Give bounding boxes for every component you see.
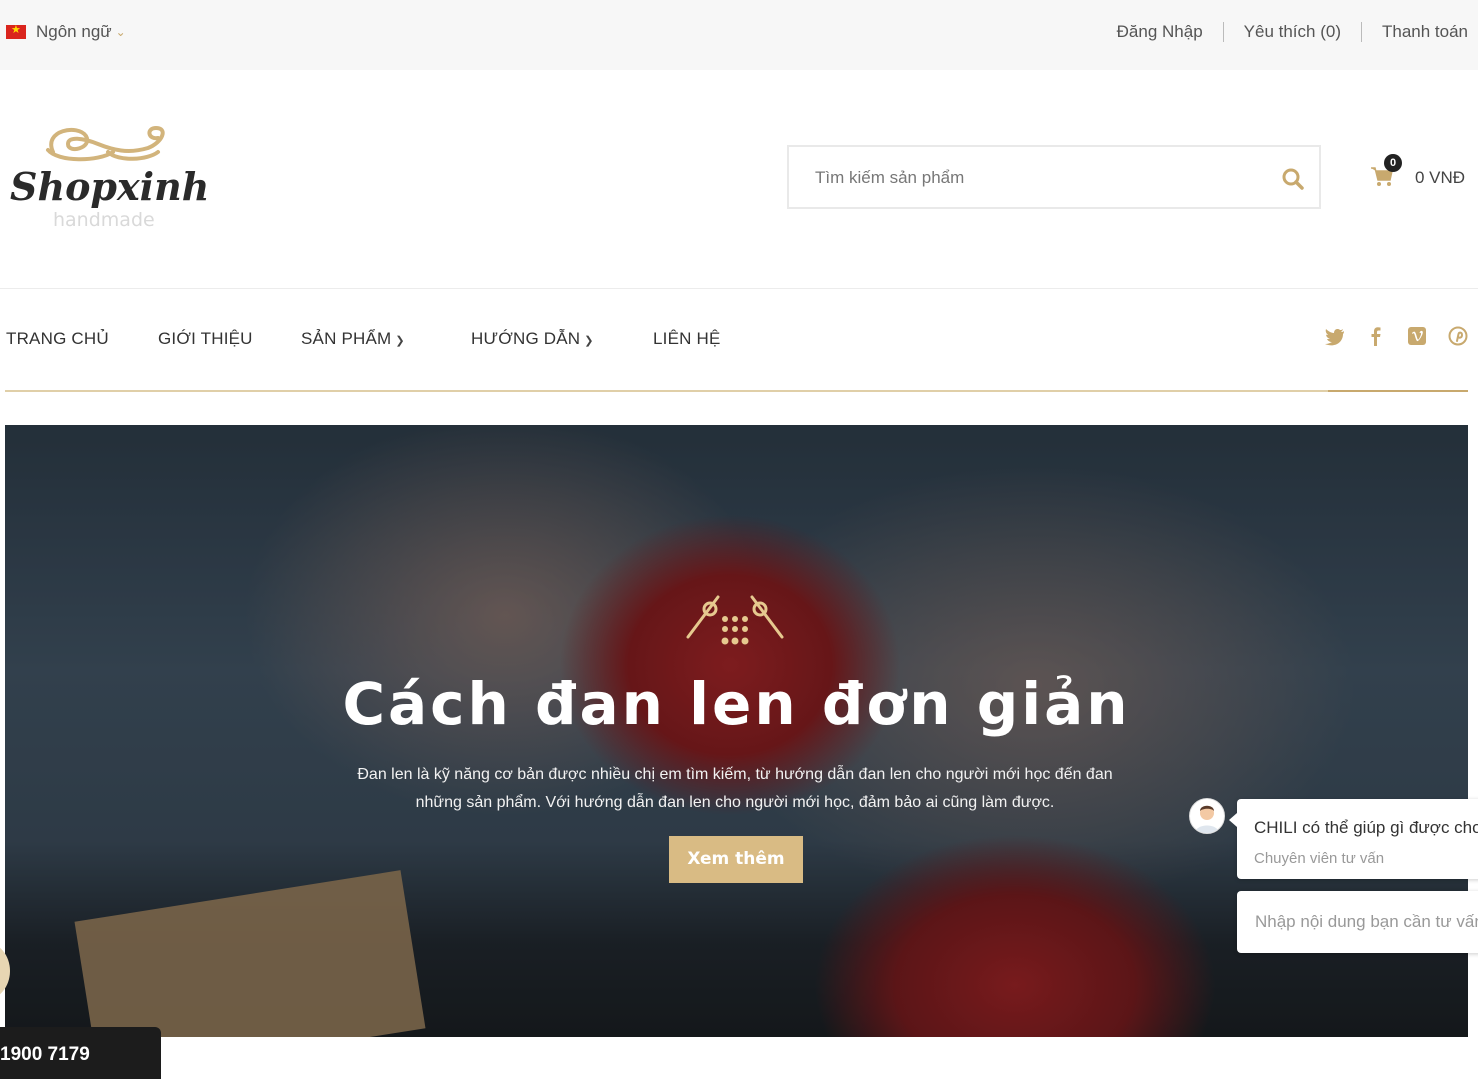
chevron-down-icon: ❯ <box>395 335 405 347</box>
chat-input[interactable] <box>1253 907 1478 937</box>
cart-total: 0 VNĐ <box>1415 168 1466 187</box>
checkout-link[interactable]: Thanh toán <box>1382 22 1468 42</box>
pinterest-icon[interactable] <box>1448 325 1468 347</box>
cart-button[interactable]: 0 0 VNĐ <box>1370 154 1470 196</box>
language-selector[interactable]: Ngôn ngữ ⌄ <box>6 22 126 42</box>
site-logo[interactable]: Shopxinh handmade <box>8 122 209 232</box>
logo-name: Shopxinh <box>10 164 208 209</box>
hero-description: Đan len là kỹ năng cơ bản được nhiều chị… <box>357 766 1113 811</box>
hero-title: Cách đan len đơn giản <box>342 670 1131 738</box>
nav-item-contact[interactable]: LIÊN HỆ <box>653 329 721 349</box>
nav-accent-bar <box>1328 390 1468 392</box>
nav-item-about[interactable]: GIỚI THIỆU <box>158 329 253 349</box>
logo-image: Shopxinh handmade <box>10 125 209 231</box>
search-box <box>787 145 1321 209</box>
top-bar: Ngôn ngữ ⌄ Đăng Nhập Yêu thích (0) Thanh… <box>0 0 1478 70</box>
wishlist-link[interactable]: Yêu thích (0) <box>1244 22 1341 42</box>
nav-item-products-label: SẢN PHẨM <box>301 329 392 348</box>
logo-tagline: handmade <box>53 209 155 231</box>
chat-message-bubble[interactable]: CHILI có thể giúp gì được cho Chuyên viê… <box>1229 799 1478 879</box>
view-more-button[interactable]: Xem thêm <box>669 836 803 883</box>
cart-count-badge: 0 <box>1384 154 1402 172</box>
vimeo-icon[interactable] <box>1407 325 1427 347</box>
nav-item-guides-label: HƯỚNG DẪN <box>471 329 581 348</box>
divider <box>1360 22 1362 42</box>
search-icon[interactable] <box>1281 167 1305 191</box>
hotline-bar[interactable]: 1900 7179 <box>0 1027 161 1079</box>
knitting-needles-icon <box>686 595 784 645</box>
header: Shopxinh handmade 0 0 VNĐ <box>0 70 1478 289</box>
chevron-down-icon: ⌄ <box>115 25 126 39</box>
chat-agent-avatar[interactable] <box>1189 798 1225 834</box>
chat-message-text: CHILI có thể giúp gì được cho <box>1254 818 1478 837</box>
search-input[interactable] <box>813 161 1257 195</box>
divider <box>1222 22 1224 42</box>
vietnam-flag-icon <box>6 23 26 39</box>
facebook-icon[interactable] <box>1366 325 1386 347</box>
language-label: Ngôn ngữ <box>36 22 112 41</box>
chat-agent-role: Chuyên viên tư vấn <box>1254 850 1385 867</box>
chevron-down-icon: ❯ <box>584 335 594 347</box>
nav-item-guides[interactable]: HƯỚNG DẪN ❯ <box>471 329 594 349</box>
hotline-number: 1900 7179 <box>0 1044 90 1065</box>
nav-item-home[interactable]: TRANG CHỦ <box>6 329 109 349</box>
social-links <box>1325 325 1468 347</box>
account-links: Đăng Nhập Yêu thích (0) Thanh toán <box>1117 22 1468 42</box>
nav-item-products[interactable]: SẢN PHẨM ❯ <box>301 329 405 349</box>
main-navigation: TRANG CHỦ GIỚI THIỆU SẢN PHẨM ❯ HƯỚNG DẪN… <box>5 289 1468 392</box>
chat-input-box <box>1237 891 1478 953</box>
twitter-icon[interactable] <box>1325 325 1345 347</box>
login-link[interactable]: Đăng Nhập <box>1117 22 1203 42</box>
